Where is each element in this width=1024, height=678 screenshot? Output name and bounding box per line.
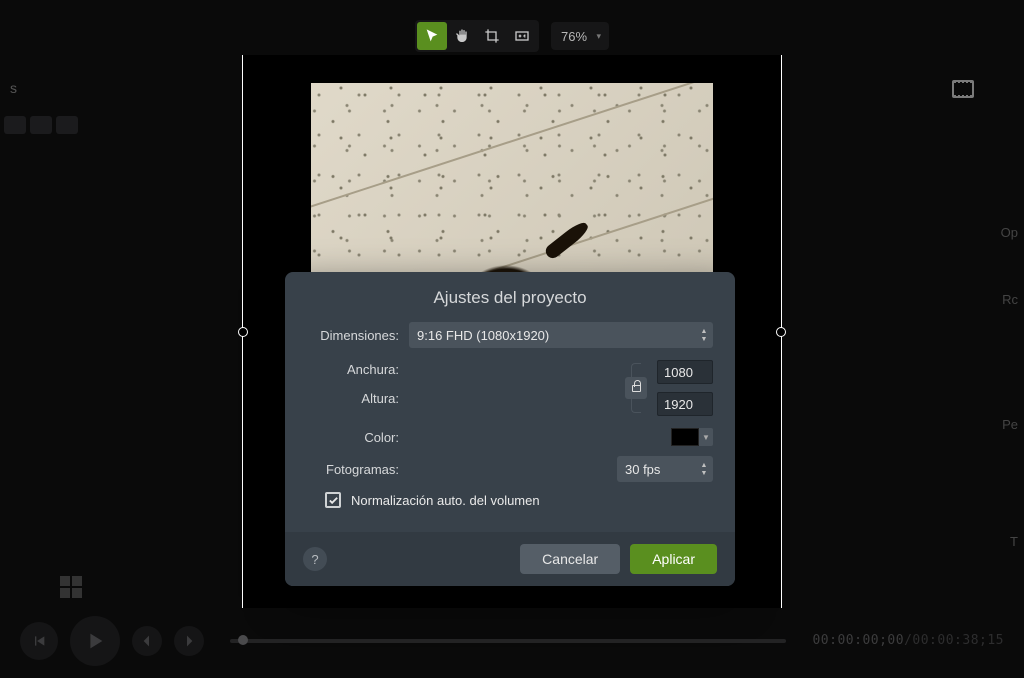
height-label: Altura: — [307, 391, 399, 406]
crop-tool[interactable] — [477, 22, 507, 50]
color-picker[interactable]: ▼ — [671, 428, 713, 446]
color-label: Color: — [307, 430, 399, 445]
selection-handle-right[interactable] — [776, 327, 786, 337]
left-panel: s — [0, 80, 110, 134]
chevron-down-icon: ▼ — [699, 428, 713, 446]
top-toolbar: 76% — [0, 18, 1024, 54]
project-settings-dialog: Ajustes del proyecto Dimensiones: 9:16 F… — [285, 272, 735, 586]
layout-chip-2[interactable] — [30, 116, 52, 134]
dialog-title: Ajustes del proyecto — [285, 272, 735, 322]
height-input[interactable] — [657, 392, 713, 416]
panel-time-label: T — [1010, 534, 1018, 549]
filmstrip-icon[interactable] — [952, 80, 974, 98]
width-input[interactable] — [657, 360, 713, 384]
cancel-button[interactable]: Cancelar — [520, 544, 620, 574]
step-back-button[interactable] — [20, 622, 58, 660]
fps-value: 30 fps — [625, 462, 660, 477]
video-preview[interactable] — [311, 83, 713, 287]
timecode-display: 00:00:00;00/00:00:38;15 — [812, 633, 1004, 648]
fps-select[interactable]: 30 fps ▲▼ — [617, 456, 713, 482]
aspect-lock-bracket — [625, 358, 647, 418]
grid-view-icon[interactable] — [60, 576, 86, 598]
dimensions-label: Dimensiones: — [307, 328, 399, 343]
select-tool[interactable] — [417, 22, 447, 50]
panel-position-label: Pe — [1002, 417, 1018, 432]
scrub-bar[interactable] — [230, 639, 786, 643]
timecode-current: 00:00:00;00 — [812, 633, 904, 648]
help-icon: ? — [311, 552, 318, 567]
auto-normalize-checkbox[interactable] — [325, 492, 341, 508]
playhead[interactable] — [238, 635, 248, 645]
help-button[interactable]: ? — [303, 547, 327, 571]
tool-group — [415, 20, 539, 52]
timecode-total: 00:00:38;15 — [912, 633, 1004, 648]
width-label: Anchura: — [307, 362, 399, 377]
auto-normalize-label: Normalización auto. del volumen — [351, 493, 540, 508]
prev-frame-button[interactable] — [132, 626, 162, 656]
play-button[interactable] — [70, 616, 120, 666]
panel-opacity-label: Op — [1001, 225, 1018, 240]
pan-tool[interactable] — [447, 22, 477, 50]
transport-bar: 00:00:00;00/00:00:38;15 — [0, 613, 1024, 668]
layout-chip-3[interactable] — [56, 116, 78, 134]
layout-chip-1[interactable] — [4, 116, 26, 134]
color-swatch — [671, 428, 699, 446]
zoom-value: 76% — [561, 29, 587, 44]
apply-button[interactable]: Aplicar — [630, 544, 717, 574]
frames-label: Fotogramas: — [307, 462, 399, 477]
resize-tool[interactable] — [507, 22, 537, 50]
left-panel-letter: s — [10, 80, 110, 96]
aspect-lock-button[interactable] — [625, 377, 647, 399]
lock-icon — [632, 385, 641, 392]
dimensions-select[interactable]: 9:16 FHD (1080x1920) ▲▼ — [409, 322, 713, 348]
zoom-select[interactable]: 76% — [551, 22, 609, 50]
selection-handle-left[interactable] — [238, 327, 248, 337]
panel-rotation-label: Rc — [1002, 292, 1018, 307]
dimensions-value: 9:16 FHD (1080x1920) — [417, 328, 549, 343]
next-frame-button[interactable] — [174, 626, 204, 656]
